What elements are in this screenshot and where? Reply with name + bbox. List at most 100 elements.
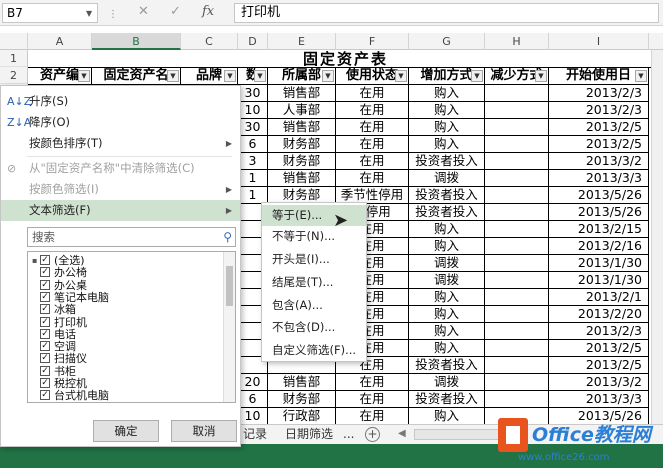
table-cell[interactable]: 调拨 xyxy=(409,374,485,391)
table-cell[interactable]: 2013/1/30 xyxy=(549,272,649,289)
table-cell[interactable] xyxy=(485,391,549,408)
table-cell[interactable]: 2013/3/2 xyxy=(549,153,649,170)
filter-dropdown-icon[interactable]: ▼ xyxy=(224,70,236,82)
table-cell[interactable]: 投资者投入 xyxy=(409,153,485,170)
table-cell[interactable] xyxy=(485,323,549,340)
checkbox-checked-icon[interactable]: ✓ xyxy=(40,341,50,352)
table-cell[interactable]: 在用 xyxy=(336,391,409,408)
table-cell[interactable]: 2013/2/3 xyxy=(549,102,649,119)
chevron-down-icon[interactable]: ▼ xyxy=(86,9,92,18)
submenu-item-custom-filter[interactable]: 自定义筛选(F)... xyxy=(262,340,366,361)
filter-value-item[interactable]: ✓ 打印机 xyxy=(28,316,218,329)
submenu-item-begins-with[interactable]: 开头是(I)... xyxy=(262,249,366,270)
table-cell[interactable]: 2013/2/15 xyxy=(549,221,649,238)
column-header[interactable]: D xyxy=(238,33,268,50)
column-header[interactable]: H xyxy=(485,33,549,50)
table-cell[interactable]: 10 xyxy=(238,408,268,425)
table-cell[interactable]: 调拨 xyxy=(409,255,485,272)
menu-item-sort-by-color[interactable]: 按颜色排序(T) ▶ xyxy=(1,133,240,154)
checkbox-checked-icon[interactable]: ✓ xyxy=(40,304,50,315)
table-cell[interactable]: 2013/2/5 xyxy=(549,136,649,153)
column-header[interactable]: A xyxy=(28,33,92,50)
table-cell[interactable]: 2013/2/20 xyxy=(549,306,649,323)
menu-item-sort-descending[interactable]: Z↓A 降序(O) xyxy=(1,112,240,133)
table-cell[interactable]: 销售部 xyxy=(268,374,336,391)
filter-dropdown-icon[interactable]: ▼ xyxy=(322,70,334,82)
table-cell[interactable]: 在用 xyxy=(336,374,409,391)
table-cell[interactable]: 购入 xyxy=(409,289,485,306)
submenu-item-not-equal[interactable]: 不等于(N)... xyxy=(262,226,366,247)
cancel-button[interactable]: 取消 xyxy=(171,420,237,442)
column-header-cell[interactable]: 减少方式 ▼ xyxy=(485,68,549,85)
table-cell[interactable]: 购入 xyxy=(409,102,485,119)
table-cell[interactable]: 投资者投入 xyxy=(409,187,485,204)
table-cell[interactable]: 在用 xyxy=(336,408,409,425)
table-cell[interactable]: 购入 xyxy=(409,221,485,238)
filter-value-item[interactable]: ✓ 电话 xyxy=(28,328,218,341)
sheet-tab[interactable]: 日期筛选 xyxy=(282,425,336,444)
table-cell[interactable]: 在用 xyxy=(336,102,409,119)
table-cell[interactable] xyxy=(485,221,549,238)
table-title[interactable]: 固定资产表 xyxy=(28,50,663,68)
table-cell[interactable]: 30 xyxy=(238,85,268,102)
table-cell[interactable]: 2013/2/1 xyxy=(549,289,649,306)
enter-check-icon[interactable]: ✓ xyxy=(170,4,181,19)
table-cell[interactable]: 在用 xyxy=(336,170,409,187)
menu-item-filter-by-color[interactable]: 按颜色筛选(I) ▶ xyxy=(1,179,240,200)
table-cell[interactable] xyxy=(485,204,549,221)
column-header[interactable]: F xyxy=(336,33,409,50)
table-cell[interactable] xyxy=(485,238,549,255)
checkbox-checked-icon[interactable]: ✓ xyxy=(40,255,50,265)
table-cell[interactable]: 财务部 xyxy=(268,391,336,408)
table-cell[interactable]: 购入 xyxy=(409,340,485,357)
table-cell[interactable]: 销售部 xyxy=(268,85,336,102)
checkbox-checked-icon[interactable]: ✓ xyxy=(40,365,50,376)
table-cell[interactable]: 2013/5/26 xyxy=(549,204,649,221)
filter-dropdown-icon[interactable]: ▼ xyxy=(167,70,179,82)
sheet-tab[interactable]: 记录 xyxy=(240,425,270,444)
column-header-cell[interactable]: 开始使用日 ▼ xyxy=(549,68,649,85)
table-cell[interactable] xyxy=(485,272,549,289)
column-header-cell[interactable]: 资产编 ▼ xyxy=(28,68,92,85)
table-cell[interactable] xyxy=(485,340,549,357)
row-header[interactable]: 2 xyxy=(0,67,28,84)
horizontal-scrollbar[interactable] xyxy=(414,429,504,440)
table-cell[interactable]: 20 xyxy=(238,374,268,391)
column-header[interactable]: G xyxy=(409,33,485,50)
filter-dropdown-icon[interactable]: ▼ xyxy=(471,70,483,82)
filter-dropdown-icon[interactable]: ▼ xyxy=(635,70,647,82)
filter-search-input[interactable]: 搜索 ⚲ xyxy=(27,227,236,247)
table-cell[interactable] xyxy=(485,136,549,153)
table-cell[interactable] xyxy=(485,119,549,136)
table-cell[interactable]: 购入 xyxy=(409,85,485,102)
table-cell[interactable]: 6 xyxy=(238,391,268,408)
table-cell[interactable]: 1 xyxy=(238,170,268,187)
checkbox-checked-icon[interactable]: ✓ xyxy=(40,353,50,364)
table-cell[interactable]: 购入 xyxy=(409,119,485,136)
table-cell[interactable] xyxy=(485,170,549,187)
table-cell[interactable] xyxy=(485,306,549,323)
formula-input[interactable]: 打印机 xyxy=(234,3,659,23)
table-cell[interactable]: 2013/2/5 xyxy=(549,357,649,374)
table-cell[interactable]: 人事部 xyxy=(268,102,336,119)
menu-item-sort-ascending[interactable]: A↓Z 升序(S) xyxy=(1,91,240,112)
scroll-left-icon[interactable]: ◀ xyxy=(398,428,406,439)
column-header[interactable]: I xyxy=(549,33,649,50)
table-cell[interactable]: 投资者投入 xyxy=(409,204,485,221)
table-cell[interactable]: 2013/3/3 xyxy=(549,170,649,187)
checkbox-checked-icon[interactable]: ✓ xyxy=(40,267,50,278)
table-cell[interactable]: 2013/3/3 xyxy=(549,391,649,408)
ok-button[interactable]: 确定 xyxy=(93,420,159,442)
row-header[interactable]: 1 xyxy=(0,50,28,67)
list-scrollbar[interactable] xyxy=(223,252,235,402)
table-cell[interactable]: 财务部 xyxy=(268,136,336,153)
table-cell[interactable]: 6 xyxy=(238,136,268,153)
column-header-cell[interactable]: 品牌 ▼ xyxy=(181,68,238,85)
table-cell[interactable] xyxy=(485,374,549,391)
table-cell[interactable] xyxy=(485,85,549,102)
column-header-cell[interactable]: 数 ▼ xyxy=(238,68,268,85)
table-cell[interactable]: 调拨 xyxy=(409,170,485,187)
insert-function-icon[interactable]: fx xyxy=(202,4,214,19)
scroll-thumb[interactable] xyxy=(226,266,233,306)
column-header[interactable]: E xyxy=(268,33,336,50)
